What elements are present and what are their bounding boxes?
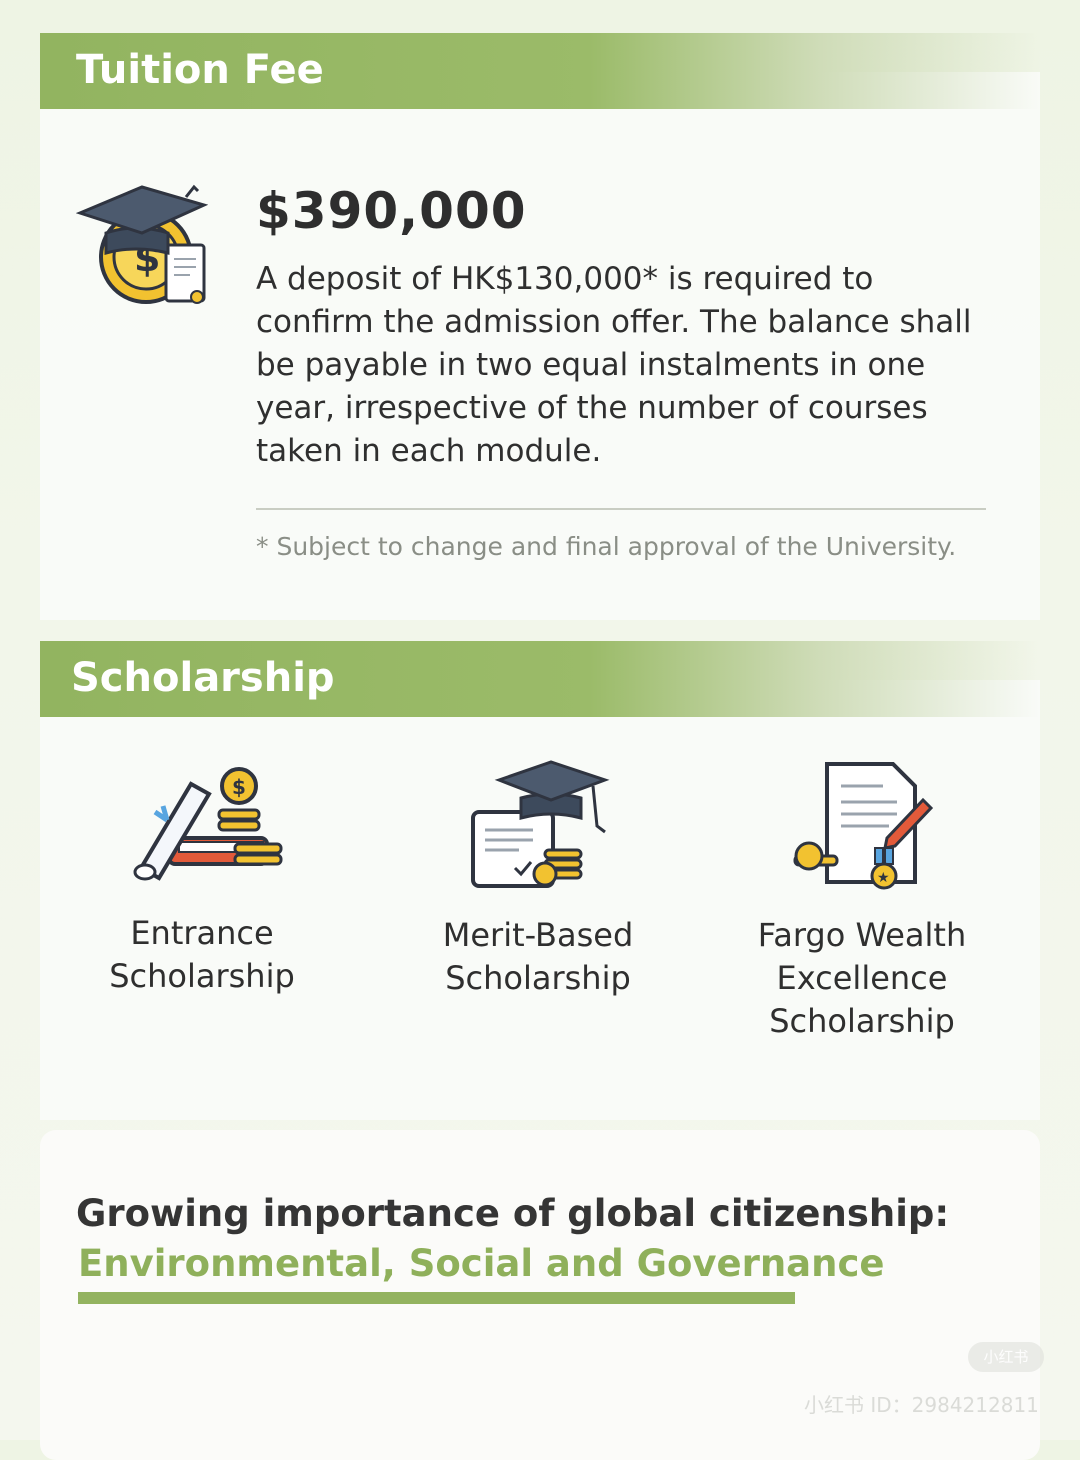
- scholarship-item-fargo: ★ Fargo Wealth Excellence Scholarship: [712, 760, 1012, 1043]
- graduation-cap-coin-certificate-icon: $: [75, 175, 209, 310]
- document-pen-medal-coins-icon: ★: [793, 762, 934, 890]
- scholarship-label-entrance: Entrance Scholarship: [109, 914, 295, 995]
- esg-subheading: Environmental, Social and Governance: [78, 1242, 885, 1285]
- scholarship-label-merit: Merit-Based Scholarship: [442, 916, 634, 997]
- watermark-id: 小红书 ID：2984212811: [804, 1393, 1039, 1417]
- certificate-cap-coins-icon: [471, 760, 610, 888]
- tuition-price: $390,000: [256, 182, 527, 240]
- tuition-description: A deposit of HK$130,000* is required to …: [256, 261, 972, 469]
- svg-text:★: ★: [877, 870, 890, 886]
- divider: [256, 508, 986, 510]
- tuition-footnote: * Subject to change and final approval o…: [256, 532, 957, 561]
- scholarship-header: Scholarship: [40, 641, 1040, 717]
- esg-underline: [78, 1292, 795, 1304]
- scholarship-item-entrance: $ Entrance Scholarship: [52, 760, 352, 998]
- scholarship-label-fargo: Fargo Wealth Excellence Scholarship: [757, 916, 967, 1040]
- watermark-badge: 小红书: [968, 1342, 1044, 1372]
- tuition-header: Tuition Fee: [40, 33, 1040, 109]
- svg-text:$: $: [232, 775, 246, 799]
- tuition-title: Tuition Fee: [76, 47, 324, 93]
- esg-heading: Growing importance of global citizenship…: [76, 1192, 950, 1235]
- diploma-books-coins-icon: $: [133, 767, 283, 881]
- scholarship-title: Scholarship: [71, 655, 335, 701]
- scholarship-item-merit: Merit-Based Scholarship: [388, 760, 688, 1000]
